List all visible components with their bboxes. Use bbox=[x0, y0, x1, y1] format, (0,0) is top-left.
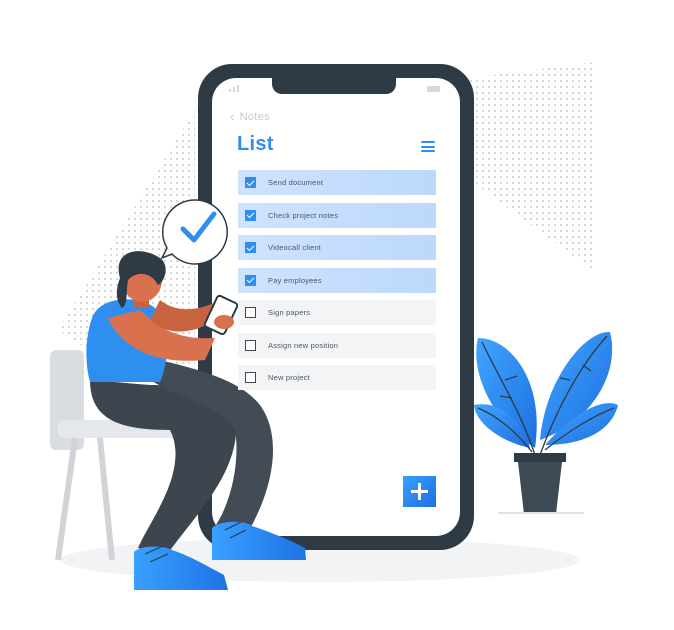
dot-pattern-right bbox=[470, 62, 596, 272]
list-item[interactable]: Check project notes bbox=[238, 202, 436, 228]
checkmark-icon bbox=[246, 242, 255, 251]
task-label: Pay employees bbox=[268, 275, 322, 285]
back-label: Notes bbox=[239, 110, 270, 123]
list-item[interactable]: New project bbox=[238, 365, 436, 390]
checkbox-unchecked[interactable] bbox=[245, 339, 256, 351]
list-item[interactable]: Sign papers bbox=[238, 300, 436, 325]
page-title: List bbox=[237, 133, 274, 155]
checkbox-checked[interactable] bbox=[245, 177, 256, 188]
checkbox-checked[interactable] bbox=[245, 274, 256, 286]
potted-plant bbox=[474, 331, 618, 514]
task-label: Assign new position bbox=[268, 340, 339, 350]
add-task-button[interactable] bbox=[403, 476, 436, 507]
task-label: Videocall client bbox=[268, 243, 322, 252]
list-item[interactable]: Pay employees bbox=[238, 267, 436, 293]
checkmark-icon bbox=[246, 210, 255, 219]
task-label: Send document bbox=[268, 178, 324, 187]
checkbox-unchecked[interactable] bbox=[245, 307, 256, 318]
back-button[interactable]: ‹ Notes bbox=[230, 110, 270, 123]
task-label: Check project notes bbox=[268, 210, 339, 220]
checkmark-icon bbox=[246, 177, 255, 186]
list-item[interactable]: Videocall client bbox=[238, 235, 436, 260]
list-item[interactable]: Send document bbox=[238, 170, 436, 195]
checkmark-icon bbox=[246, 275, 255, 284]
checkbox-checked[interactable] bbox=[245, 209, 256, 221]
task-list: Send document Check project notes Videoc… bbox=[238, 170, 436, 398]
list-item[interactable]: Assign new position bbox=[238, 332, 436, 358]
task-label: Sign papers bbox=[268, 308, 311, 317]
checkbox-unchecked[interactable] bbox=[245, 372, 256, 383]
task-label: New project bbox=[268, 373, 310, 382]
checkbox-checked[interactable] bbox=[245, 242, 256, 253]
phone-screen: ‹ Notes List Send document Check project… bbox=[216, 80, 456, 536]
chevron-left-icon: ‹ bbox=[230, 109, 235, 124]
hamburger-menu-icon[interactable] bbox=[421, 141, 435, 152]
